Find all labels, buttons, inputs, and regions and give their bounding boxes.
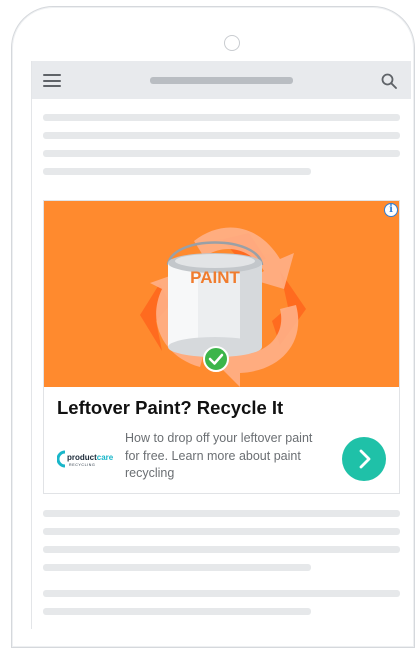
text-placeholder-line <box>43 564 311 571</box>
ad-card[interactable]: PAINT i Leftover Paint? Recycle It produ… <box>43 200 400 494</box>
hamburger-menu-icon[interactable] <box>43 74 61 87</box>
paint-can-label: PAINT <box>190 268 240 287</box>
ad-description[interactable]: How to drop off your leftover paint for … <box>125 430 330 483</box>
brand-name: productcare <box>67 453 113 462</box>
text-placeholder-line <box>43 168 311 175</box>
text-placeholder-line <box>43 528 400 535</box>
text-placeholder-line <box>43 546 400 553</box>
text-placeholder-line <box>43 114 400 121</box>
brand-logo[interactable]: productcare RECYCLING <box>57 448 113 470</box>
brand-tagline: RECYCLING <box>69 463 95 467</box>
text-placeholder-line <box>43 608 311 615</box>
chevron-right-icon <box>359 449 371 469</box>
text-placeholder-line <box>43 150 400 157</box>
camera-icon <box>224 35 240 51</box>
browser-toolbar <box>32 61 411 99</box>
text-placeholder-line <box>43 590 400 597</box>
recycle-icon: PAINT <box>140 227 306 387</box>
cta-button[interactable] <box>342 437 386 481</box>
search-icon[interactable] <box>380 72 398 90</box>
address-bar-placeholder[interactable] <box>150 77 293 84</box>
checkmark-icon <box>203 346 229 372</box>
text-placeholder-line <box>43 510 400 517</box>
phone-screen: PAINT i Leftover Paint? Recycle It produ… <box>31 61 411 629</box>
ad-headline[interactable]: Leftover Paint? Recycle It <box>57 397 392 419</box>
ad-image[interactable]: PAINT i <box>44 201 399 387</box>
text-placeholder-line <box>43 132 400 139</box>
info-icon[interactable]: i <box>384 203 398 217</box>
